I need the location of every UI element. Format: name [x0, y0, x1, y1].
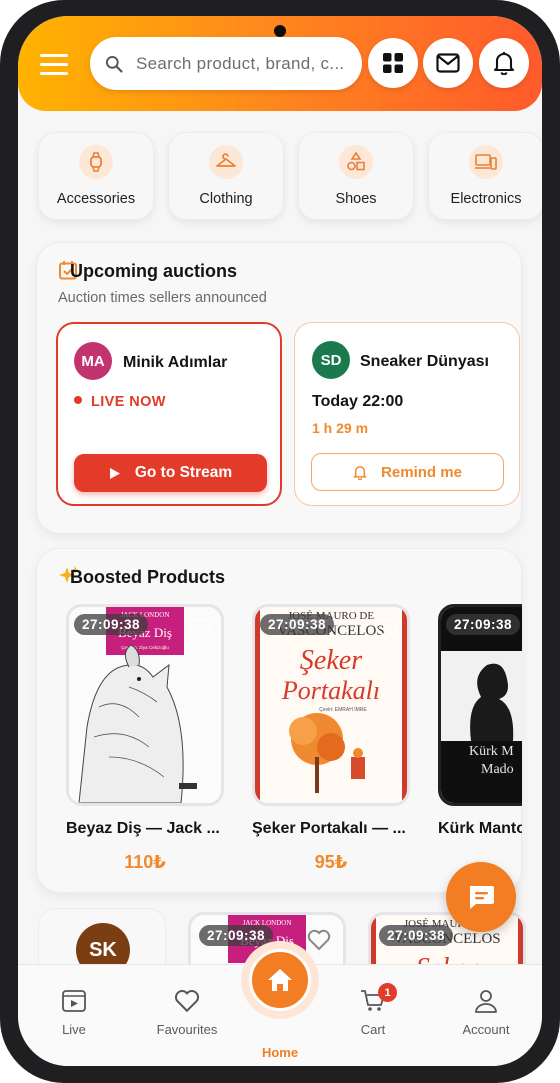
- categories-grid-button[interactable]: [368, 38, 418, 88]
- user-icon: [475, 990, 497, 1013]
- category-accessories[interactable]: Accessories: [38, 132, 154, 220]
- front-camera: [274, 25, 286, 37]
- heart-icon: [174, 990, 200, 1013]
- remind-me-label: Remind me: [381, 463, 462, 481]
- tab-favourites[interactable]: Favourites: [142, 989, 232, 1037]
- product-title: Şeker Portakalı — ...: [252, 820, 406, 837]
- upcoming-auctions-subtitle: Auction times sellers announced: [58, 290, 267, 306]
- go-to-stream-button[interactable]: Go to Stream: [74, 454, 267, 492]
- boost-timer: 27:09:38: [260, 614, 335, 635]
- boost-timer: 27:09:38: [74, 614, 149, 635]
- heart-icon[interactable]: [188, 618, 212, 640]
- seller-name: Sneaker Dünyası: [360, 353, 489, 370]
- category-electronics[interactable]: Electronics: [428, 132, 542, 220]
- boost-timer: 27:09:38: [379, 925, 454, 946]
- bell-icon: [353, 465, 367, 480]
- shapes-icon: [339, 145, 373, 179]
- messages-button[interactable]: [423, 38, 473, 88]
- avatar: SD: [312, 341, 350, 379]
- tab-live[interactable]: Live: [29, 989, 119, 1037]
- category-row: Accessories Clothing Shoes Electronics: [38, 132, 542, 220]
- hamburger-menu-icon[interactable]: [40, 54, 68, 76]
- boost-timer: 27:09:38: [446, 614, 521, 635]
- tab-label: Live: [62, 1022, 86, 1037]
- home-button[interactable]: [249, 949, 311, 1011]
- category-label: Clothing: [199, 191, 253, 207]
- upcoming-auctions-title: Upcoming auctions: [70, 261, 238, 281]
- tab-label-home: Home: [261, 1045, 299, 1060]
- category-label: Electronics: [450, 191, 522, 207]
- live-status: LIVE NOW: [91, 394, 166, 410]
- watch-icon: [79, 145, 113, 179]
- notifications-button[interactable]: [479, 38, 529, 88]
- heart-icon[interactable]: [307, 929, 331, 951]
- mail-icon: [436, 53, 460, 73]
- product-price: 110₺: [124, 852, 166, 872]
- book-title-line2: Mado: [481, 762, 514, 777]
- bell-icon: [493, 52, 515, 75]
- tab-cart[interactable]: Cart: [328, 989, 418, 1037]
- boost-timer: 27:09:38: [199, 925, 274, 946]
- auction-countdown: 1 h 29 m: [312, 420, 369, 436]
- auction-card-upcoming[interactable]: SD Sneaker Dünyası Today 22:00 1 h 29 m …: [294, 322, 520, 506]
- devices-icon: [469, 145, 503, 179]
- category-label: Accessories: [56, 191, 136, 207]
- book-title-line1: Şeker: [300, 645, 362, 676]
- search-bar[interactable]: [90, 37, 362, 90]
- hanger-icon: [209, 145, 243, 179]
- chat-bubble-icon: [470, 886, 494, 909]
- heart-icon[interactable]: [374, 618, 398, 640]
- book-title-line1: Kürk M: [469, 744, 514, 759]
- book-translator: Çeviri: EMRAH İMRE: [319, 706, 367, 713]
- category-clothing[interactable]: Clothing: [168, 132, 284, 220]
- search-input[interactable]: [136, 53, 346, 74]
- go-to-stream-label: Go to Stream: [134, 464, 233, 481]
- product-title: Kürk Manto: [438, 820, 522, 837]
- search-icon: [105, 55, 123, 73]
- seller-name: Minik Adımlar: [123, 354, 228, 371]
- product-price: 95₺: [314, 852, 348, 872]
- tab-label: Account: [462, 1022, 510, 1037]
- category-label: Shoes: [335, 191, 377, 207]
- auction-time: Today 22:00: [312, 393, 404, 410]
- bottom-navigation: Live Favourites Home Cart 1 Account: [18, 941, 542, 1066]
- product-title: Beyaz Diş — Jack ...: [66, 820, 220, 837]
- chat-fab-button[interactable]: [446, 862, 516, 932]
- live-dot-icon: [74, 396, 82, 404]
- play-icon: [109, 467, 120, 479]
- tab-account[interactable]: Account: [441, 989, 531, 1037]
- tab-label: Favourites: [156, 1022, 218, 1037]
- app-screen: Accessories Clothing Shoes Electronics U…: [18, 16, 542, 1066]
- cart-count-badge: 1: [378, 983, 397, 1002]
- book-title-line2: Portakalı: [281, 676, 380, 705]
- boosted-products-title: Boosted Products: [70, 567, 226, 587]
- avatar: MA: [74, 342, 112, 380]
- grid-icon: [383, 53, 403, 73]
- boosted-products-carousel[interactable]: JACK LONDON Beyaz Diş Çeviren: Ziya Cebi…: [66, 604, 522, 884]
- tab-home[interactable]: [241, 941, 319, 1019]
- category-shoes[interactable]: Shoes: [298, 132, 414, 220]
- phone-frame: Accessories Clothing Shoes Electronics U…: [0, 0, 560, 1083]
- home-icon: [268, 969, 292, 991]
- auction-card-live[interactable]: MA Minik Adımlar LIVE NOW Go to Stream: [56, 322, 282, 506]
- tab-label: Cart: [360, 1022, 386, 1037]
- remind-me-button[interactable]: Remind me: [311, 453, 504, 491]
- video-icon: [62, 990, 86, 1012]
